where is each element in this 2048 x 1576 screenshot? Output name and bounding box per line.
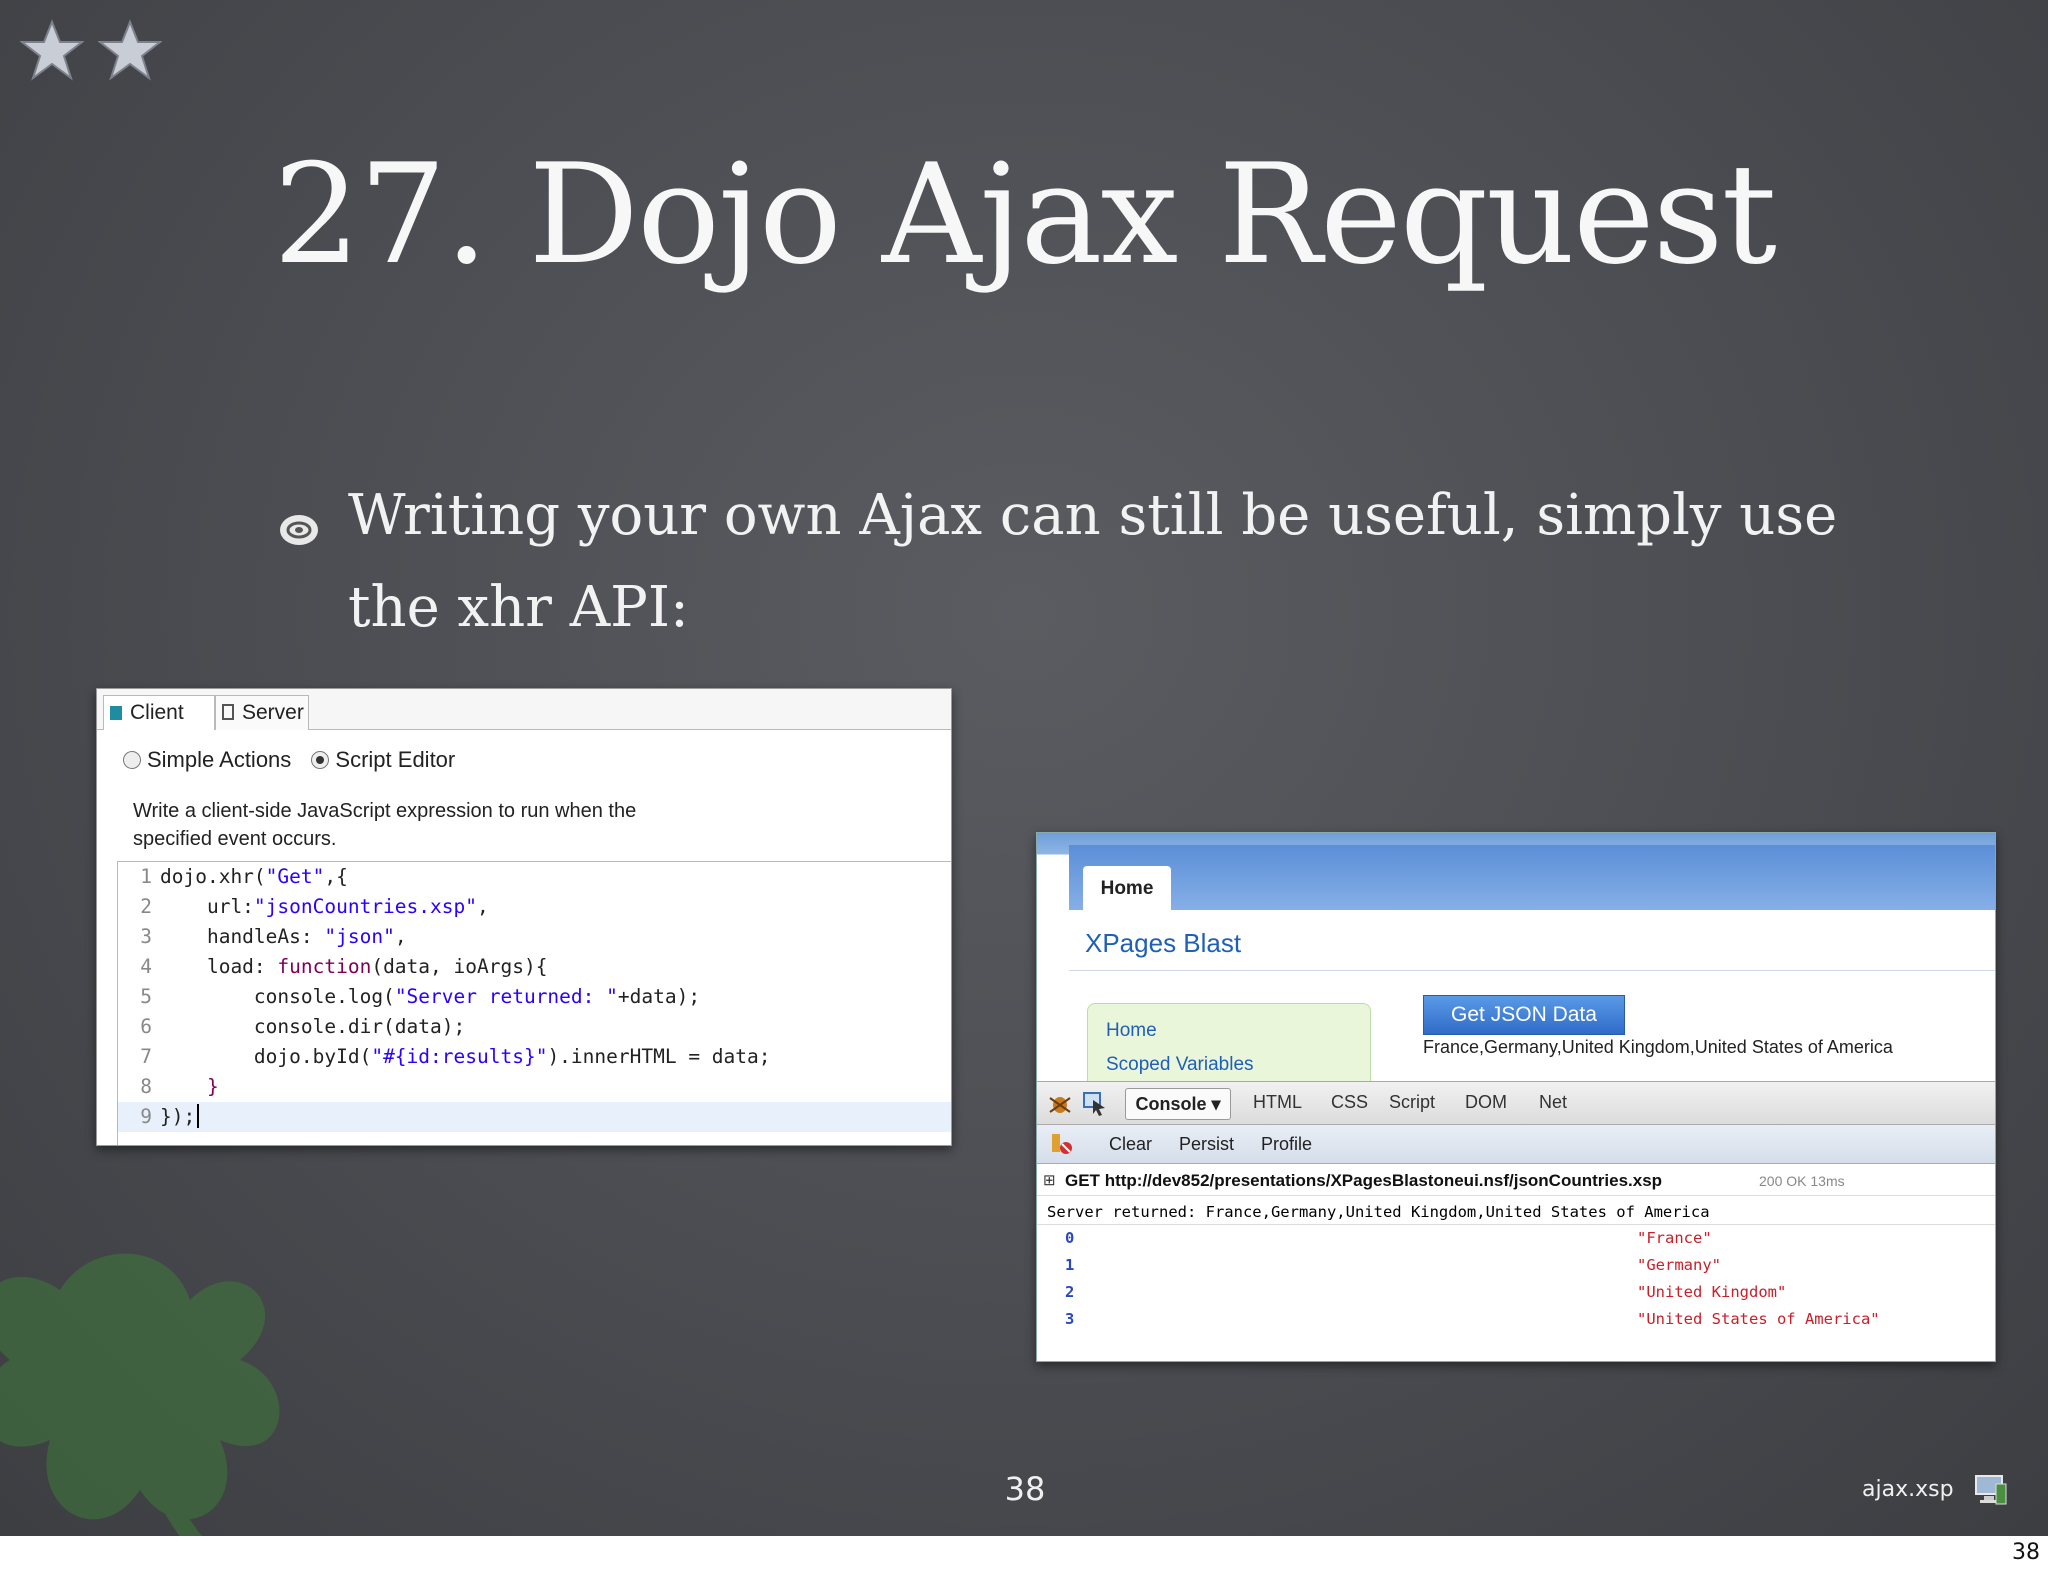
clear-button[interactable]: Clear [1109, 1134, 1152, 1155]
star-icon [20, 19, 84, 81]
get-json-button[interactable]: Get JSON Data [1423, 995, 1625, 1035]
log-row: Server returned: France,Germany,United K… [1037, 1199, 1995, 1225]
code-line: 1 dojo.xhr("Get",{ [140, 865, 348, 888]
computer-icon [1975, 1475, 2007, 1505]
console-toolbar: Clear Persist Profile [1037, 1125, 1995, 1164]
code-line: 9}); [118, 1102, 951, 1132]
expand-icon[interactable]: ⊞ [1043, 1171, 1056, 1189]
code-line: 5 console.log("Server returned: "+data); [140, 985, 701, 1008]
app-frame: Home XPages Blast [1069, 845, 1995, 1014]
script-editor-panel: Client Server Simple Actions Script Edit… [96, 688, 952, 1146]
tab-dom[interactable]: DOM [1465, 1092, 1507, 1113]
clover-icon [0, 1253, 280, 1536]
list-item[interactable]: 0 "France" [1037, 1229, 1995, 1256]
code-line: 8 } [140, 1075, 219, 1098]
json-result: France,Germany,United Kingdom,United Sta… [1423, 1037, 1893, 1057]
slide-title: 27. Dojo Ajax Request [273, 134, 1777, 295]
app-title: XPages Blast [1085, 928, 1242, 958]
tab-css[interactable]: CSS [1331, 1092, 1368, 1113]
list-item[interactable]: 1 "Germany" [1037, 1256, 1995, 1283]
simple-actions-radio[interactable]: Simple Actions [123, 747, 291, 773]
persist-button[interactable]: Persist [1179, 1134, 1234, 1155]
code-line: 4 load: function(data, ioArgs){ [140, 955, 548, 978]
tab-console[interactable]: Console ▾ [1125, 1088, 1231, 1120]
firebug-icon[interactable] [1047, 1090, 1073, 1116]
divider [1069, 970, 1995, 971]
request-row[interactable]: ⊞ GET http://dev852/presentations/XPages… [1037, 1169, 1995, 1196]
code-editor[interactable]: 1 dojo.xhr("Get",{ 2 url:"jsonCountries.x… [117, 861, 951, 1145]
list-item[interactable]: 3 "United States of America" [1037, 1310, 1995, 1337]
browser-screenshot: Home XPages Blast Home Scoped Variables … [1036, 832, 1996, 1362]
tab-client[interactable]: Client [103, 695, 215, 730]
bullet-icon [280, 515, 318, 545]
star-icon [98, 19, 162, 81]
footer-file-label: ajax.xsp [1862, 1477, 1954, 1502]
script-editor-radio[interactable]: Script Editor [311, 747, 455, 773]
text-caret [197, 1104, 200, 1128]
bullet-text: Writing your own Ajax can still be usefu… [348, 483, 1838, 640]
dir-output: 0 "France" 1 "Germany" 2 "United Kingdom" 3… [1037, 1229, 1995, 1347]
inspect-icon[interactable] [1081, 1090, 1107, 1116]
tab-home[interactable]: Home [1083, 866, 1171, 910]
tab-html[interactable]: HTML [1253, 1092, 1302, 1113]
tab-net[interactable]: Net [1539, 1092, 1567, 1113]
app-tab-header: Home [1069, 848, 1995, 910]
editor-description: Write a client-side JavaScript expressio… [133, 800, 637, 850]
firebug-toolbar: Console ▾ HTML CSS Script DOM Net [1037, 1081, 1995, 1125]
code-line: 3 handleAs: "json", [140, 925, 407, 948]
code-line: 7 dojo.byId("#{id:results}").innerHTML =… [140, 1045, 771, 1068]
slide-number: 38 [1004, 1470, 1046, 1508]
tab-server[interactable]: Server [215, 695, 309, 730]
clear-console-icon[interactable] [1049, 1131, 1075, 1157]
nav-item-home[interactable]: Home [1106, 1020, 1157, 1042]
code-line: 2 url:"jsonCountries.xsp", [140, 895, 489, 918]
client-icon [110, 706, 122, 720]
nav-item-scoped-variables[interactable]: Scoped Variables [1106, 1054, 1254, 1076]
page-number: 38 [2012, 1540, 2040, 1565]
list-item[interactable]: 2 "United Kingdom" [1037, 1283, 1995, 1310]
profile-button[interactable]: Profile [1261, 1134, 1312, 1155]
code-line: 6 console.dir(data); [140, 1015, 466, 1038]
server-icon [222, 704, 234, 720]
tab-script[interactable]: Script [1389, 1092, 1435, 1113]
editor-tabbar: Client Server [97, 689, 951, 730]
slide: 27. Dojo Ajax Request Writing your own A… [0, 0, 2048, 1536]
editor-mode: Simple Actions Script Editor [123, 747, 469, 773]
